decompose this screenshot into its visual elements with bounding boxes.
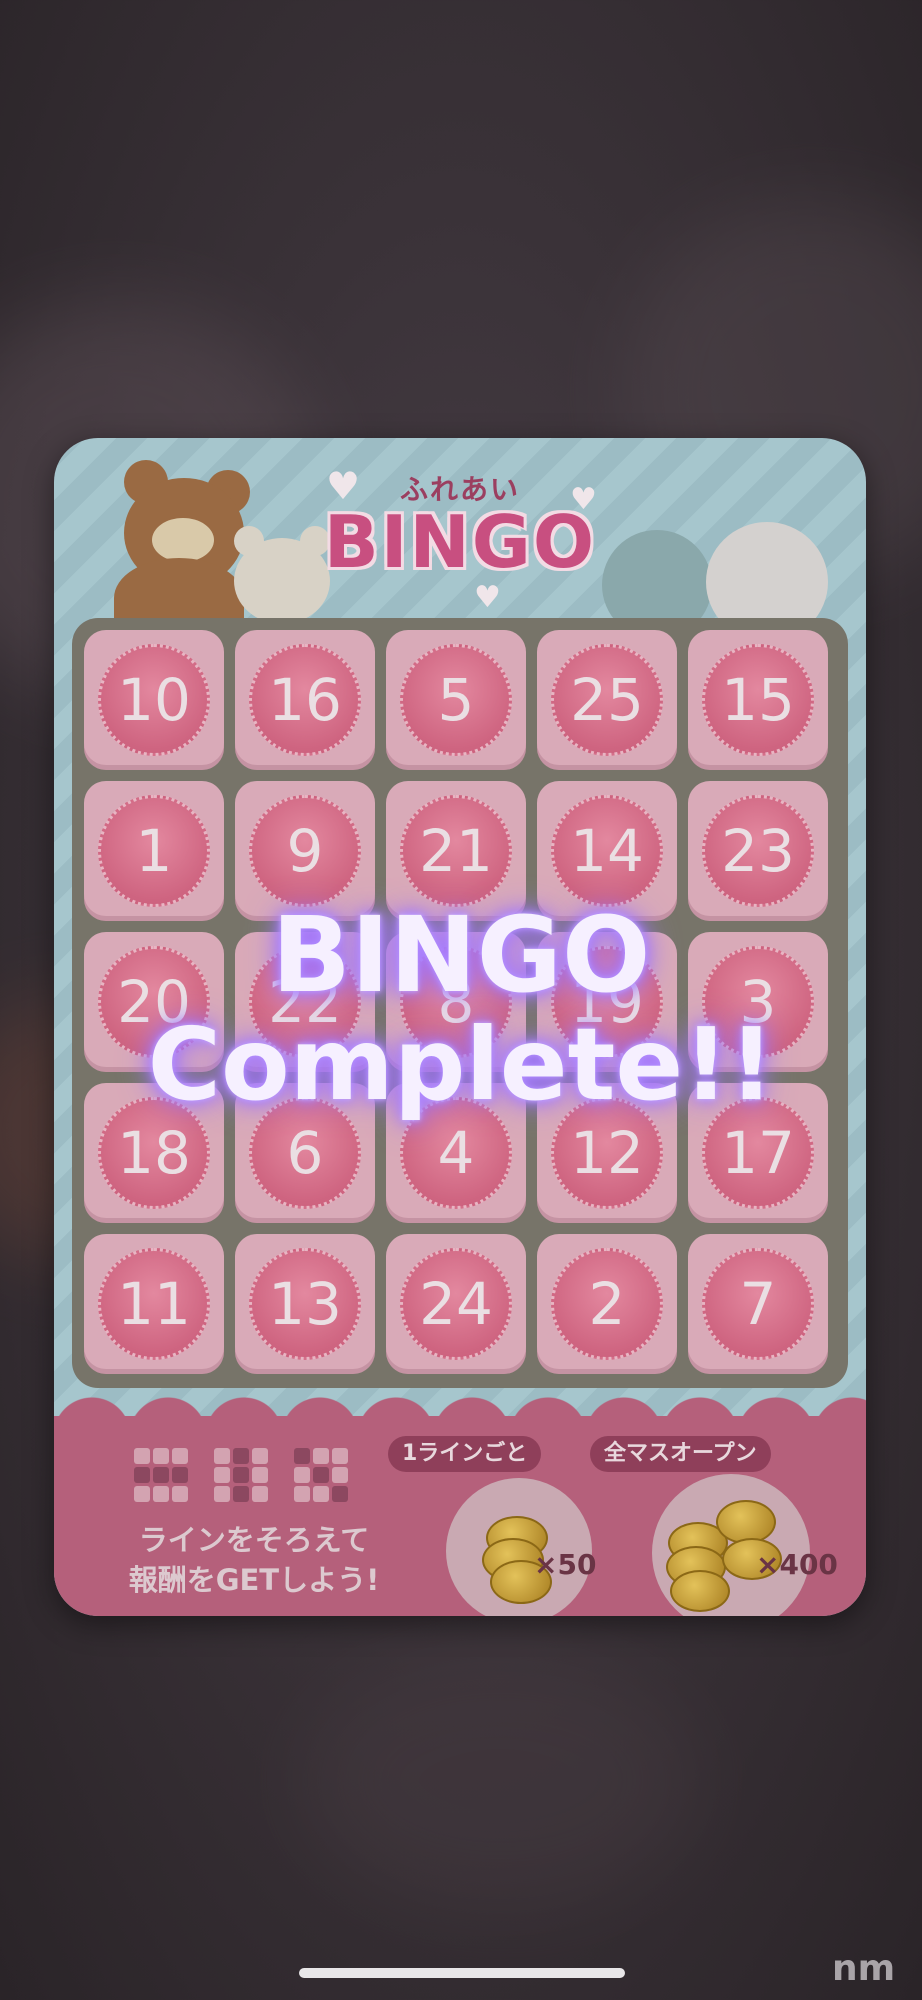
bingo-complete-banner: BINGO Complete!! xyxy=(0,900,922,1120)
bingo-cell[interactable]: 7 xyxy=(688,1234,828,1374)
row-line-pattern-icon xyxy=(134,1448,188,1502)
column-line-pattern-icon xyxy=(214,1448,268,1502)
cell-number: 2 xyxy=(588,1270,626,1338)
bingo-cell[interactable]: 5 xyxy=(386,630,526,770)
bingo-cell[interactable]: 24 xyxy=(386,1234,526,1374)
bingo-cell[interactable]: 15 xyxy=(688,630,828,770)
bingo-cell[interactable]: 10 xyxy=(84,630,224,770)
bingo-title: BINGO xyxy=(323,500,597,584)
bingo-cell[interactable]: 16 xyxy=(235,630,375,770)
line-reward-amount: ×50 xyxy=(534,1548,597,1581)
cell-number: 5 xyxy=(437,666,475,734)
cell-number: 25 xyxy=(570,666,644,734)
cell-number: 24 xyxy=(419,1270,493,1338)
cell-number: 13 xyxy=(268,1270,342,1338)
diagonal-line-pattern-icon xyxy=(294,1448,348,1502)
heart-icon: ♥ xyxy=(474,580,501,615)
cell-number: 11 xyxy=(117,1270,191,1338)
cell-number: 15 xyxy=(721,666,795,734)
bingo-complete-line2: Complete!! xyxy=(147,1006,775,1123)
home-indicator[interactable] xyxy=(299,1968,625,1978)
watermark-logo: nm xyxy=(832,1948,896,1989)
bingo-cell[interactable]: 2 xyxy=(537,1234,677,1374)
full-reward-amount: ×400 xyxy=(756,1548,838,1581)
cell-number: 10 xyxy=(117,666,191,734)
full-reward-label: 全マスオープン xyxy=(590,1436,771,1472)
cell-number: 16 xyxy=(268,666,342,734)
coin-icon xyxy=(670,1570,730,1612)
bingo-cell[interactable]: 13 xyxy=(235,1234,375,1374)
bingo-cell[interactable]: 25 xyxy=(537,630,677,770)
bingo-cell[interactable]: 11 xyxy=(84,1234,224,1374)
reward-hint-line1: ラインをそろえて xyxy=(138,1523,370,1557)
reward-hint: ラインをそろえて 報酬をGETしよう! xyxy=(104,1520,404,1600)
reward-hint-line2: 報酬をGETしよう! xyxy=(128,1563,380,1597)
cell-number: 7 xyxy=(739,1270,777,1338)
line-reward-label: 1ラインごと xyxy=(388,1436,542,1472)
bingo-complete-line1: BINGO xyxy=(271,894,651,1016)
